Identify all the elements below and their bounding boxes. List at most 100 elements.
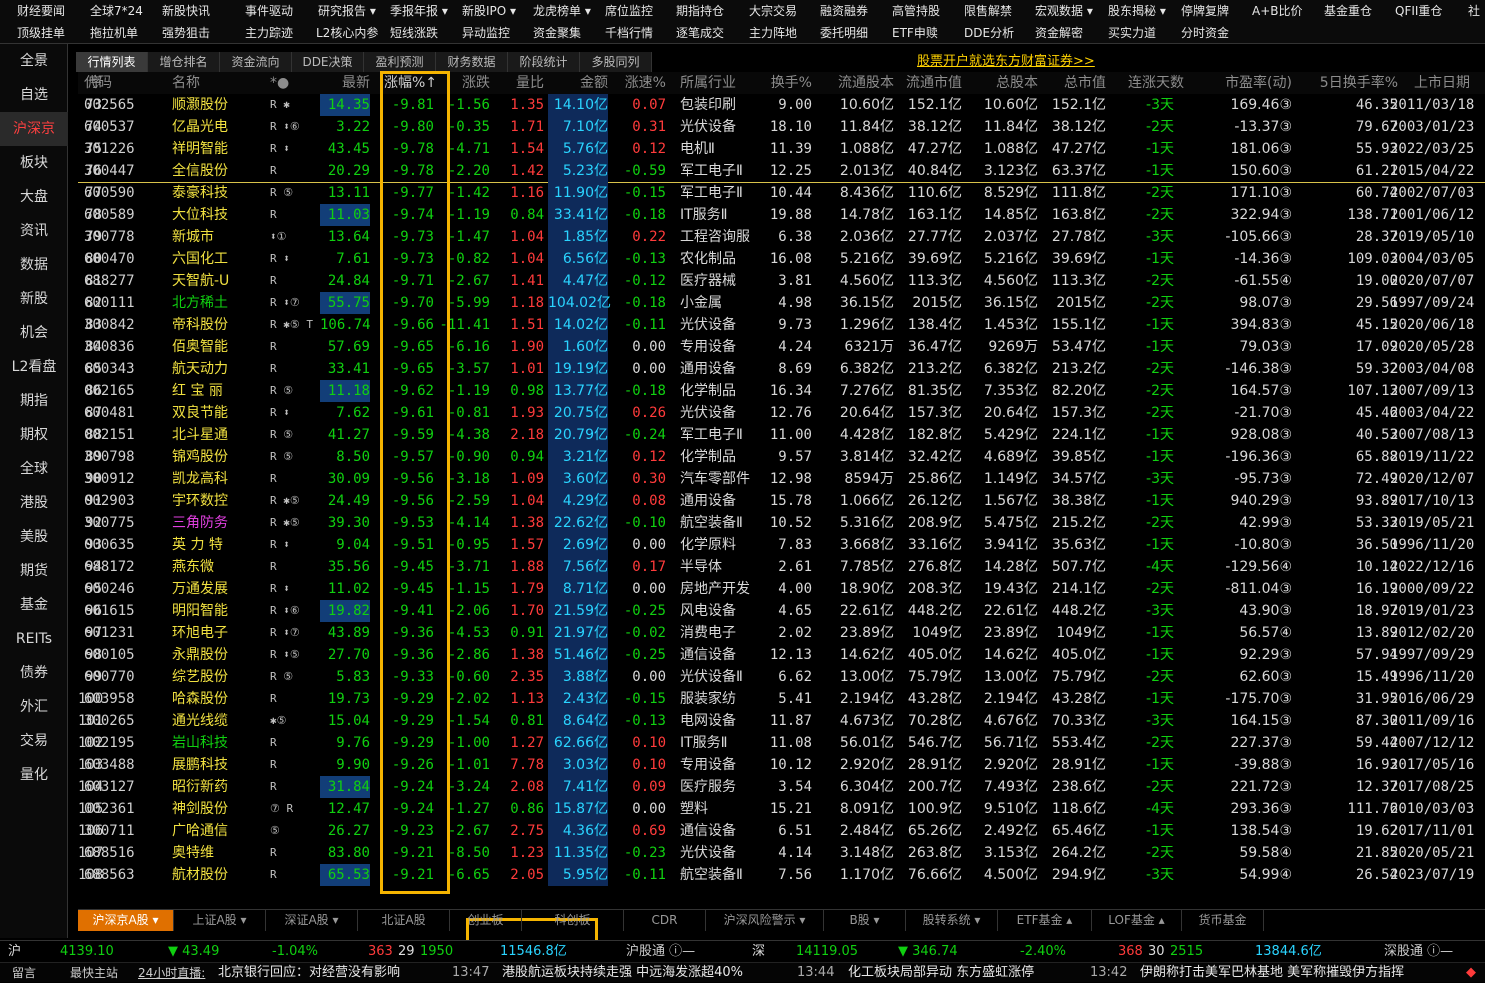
sidebar-item[interactable]: 交易 xyxy=(0,724,68,758)
table-row[interactable]: 101 300265 通光线缆 ✱⑤ 15.04 -9.29 -1.54 0.81 8.64亿 -… xyxy=(78,710,1485,732)
tab-item[interactable]: 盈利预测 xyxy=(364,52,436,72)
menu-item[interactable]: 千档行情 xyxy=(605,22,653,43)
table-row[interactable]: 96 601615 明阳智能 R ⬍⑥ 19.82 -9.41 -2.06 1.70 21.59… xyxy=(78,600,1485,622)
table-row[interactable]: 76 300447 全信股份 R 20.29 -9.78 -2.20 1.42 5.23亿 -0.… xyxy=(78,160,1485,182)
menu-item[interactable]: 顶级挂单 xyxy=(17,22,65,43)
header-date[interactable]: 上市日期 xyxy=(1390,72,1470,94)
market-tab[interactable]: 股转系统 ▾ xyxy=(906,910,998,931)
menu-item[interactable]: 高管持股 xyxy=(892,0,940,22)
menu-item[interactable]: 委托明细 xyxy=(820,22,868,43)
tab-item[interactable]: 多股同列 xyxy=(580,52,652,72)
table-row[interactable]: 91 002903 宇环数控 R ✱⑤ 24.49 -9.56 -2.59 1.04 4.29亿… xyxy=(78,490,1485,512)
menu-item[interactable]: 研究报告 ▾ xyxy=(318,0,376,22)
market-tab[interactable]: 北证A股 xyxy=(358,910,450,931)
news-item-1[interactable]: 北京银行回应：对经营没有影响 xyxy=(218,963,400,983)
sidebar-item[interactable]: REITs xyxy=(0,622,68,656)
menu-item[interactable]: 买实力道 xyxy=(1108,22,1156,43)
menu-item[interactable]: 拖拉机单 xyxy=(90,22,138,43)
table-row[interactable]: 105 002361 神剑股份 ⑦ R 12.47 -9.24 -1.27 0.86 15.87… xyxy=(78,798,1485,820)
table-row[interactable]: 92 300775 三角防务 R ✱⑤ 39.30 -9.53 -4.14 1.38 22.62… xyxy=(78,512,1485,534)
table-row[interactable]: 80 600470 六国化工 R ⬍ 7.61 -9.73 -0.82 1.04 6.56亿 -0… xyxy=(78,248,1485,270)
menu-item[interactable]: 资金解密 xyxy=(1035,22,1083,43)
tab-item[interactable]: DDE决策 xyxy=(292,52,364,72)
header-days[interactable]: 连涨天数 xyxy=(1128,72,1184,94)
header-ind[interactable]: 所属行业 xyxy=(680,72,770,94)
table-row[interactable]: 103 603488 展鹏科技 R 9.90 -9.26 -1.01 7.78 3.03亿 0.1… xyxy=(78,754,1485,776)
promo-link[interactable]: 股票开户就选东方财富证券>> xyxy=(917,52,1095,72)
sidebar-item[interactable]: 量化 xyxy=(0,758,68,792)
header-pe[interactable]: 市盈率(动) xyxy=(1188,72,1292,94)
menu-item[interactable]: 社 xyxy=(1468,0,1480,22)
table-row[interactable]: 77 600590 泰豪科技 R ⑤ 13.11 -9.77 -1.42 1.16 11.90亿… xyxy=(78,182,1485,204)
menu-item[interactable]: 席位监控 xyxy=(605,0,653,22)
table-row[interactable]: 106 300711 广哈通信 ⑤ 26.27 -9.23 -2.67 2.75 4.36亿 0.… xyxy=(78,820,1485,842)
header-speed[interactable]: 涨速% xyxy=(614,72,666,94)
menu-item[interactable]: 强势狙击 xyxy=(162,22,210,43)
table-row[interactable]: 108 688563 航材股份 R 65.53 -9.21 -6.65 2.05 5.95亿 -0… xyxy=(78,864,1485,886)
menu-item[interactable]: 大宗交易 xyxy=(749,0,797,22)
live-24h-link[interactable]: 24小时直播: xyxy=(138,963,205,983)
sidebar-item[interactable]: 期权 xyxy=(0,418,68,452)
menu-item[interactable]: 逐笔成交 xyxy=(676,22,724,43)
header-code[interactable]: 代码 xyxy=(84,72,154,94)
fastest-server-link[interactable]: 最快主站 xyxy=(70,963,118,983)
table-row[interactable]: 87 600481 双良节能 R ⬍ 7.62 -9.61 -0.81 1.93 20.75亿 0… xyxy=(78,402,1485,424)
table-row[interactable]: 79 300778 新城市 ⬍① 13.64 -9.73 -1.47 1.04 1.85亿 0.2… xyxy=(78,226,1485,248)
menu-item[interactable]: 季报年报 ▾ xyxy=(390,0,448,22)
table-row[interactable]: 84 300836 佰奥智能 R 57.69 -9.65 -6.16 1.90 1.60亿 0.0… xyxy=(78,336,1485,358)
menu-item[interactable]: QFII重仓 xyxy=(1395,0,1442,22)
sidebar-item[interactable]: 美股 xyxy=(0,520,68,554)
news-item-2[interactable]: 港股航运板块持续走强 中远海发涨超40% xyxy=(502,963,743,983)
sidebar-item[interactable]: 全景 xyxy=(0,44,68,78)
market-tab[interactable]: CDR xyxy=(624,910,706,931)
header-name[interactable]: 名称 xyxy=(172,72,268,94)
market-tab[interactable]: 沪深风险警示 ▾ xyxy=(706,910,824,931)
tab-item[interactable]: 行情列表 xyxy=(76,52,148,72)
menu-item[interactable]: 财经要闻 xyxy=(17,0,65,22)
table-row[interactable]: 107 688516 奥特维 R 83.80 -9.21 -8.50 1.23 11.35亿 -0… xyxy=(78,842,1485,864)
sidebar-item[interactable]: 外汇 xyxy=(0,690,68,724)
market-tab[interactable]: ETF基金 ▴ xyxy=(998,910,1092,931)
market-tab[interactable]: 上证A股 ▾ xyxy=(174,910,266,931)
tab-item[interactable]: 财务数据 xyxy=(436,52,508,72)
table-row[interactable]: 99 600770 综艺股份 R ⑤ 5.83 -9.33 -0.60 2.35 3.88亿 0.… xyxy=(78,666,1485,688)
header-price[interactable]: 最新 xyxy=(320,72,370,94)
menu-item[interactable]: 龙虎榜单 ▾ xyxy=(533,0,591,22)
market-tab[interactable]: 货币基金 xyxy=(1182,910,1264,931)
menu-item[interactable]: 期指持仓 xyxy=(676,0,724,22)
sidebar-item[interactable]: L2看盘 xyxy=(0,350,68,384)
tab-item[interactable]: 资金流向 xyxy=(220,52,292,72)
table-row[interactable]: 94 688172 燕东微 R 35.56 -9.45 -3.71 1.88 7.56亿 0.17… xyxy=(78,556,1485,578)
sidebar-item[interactable]: 全球 xyxy=(0,452,68,486)
sidebar-item[interactable]: 港股 xyxy=(0,486,68,520)
header-tcap[interactable]: 总市值 xyxy=(1036,72,1106,94)
header-amt[interactable]: 金额 xyxy=(548,72,608,94)
menu-item[interactable]: 异动监控 xyxy=(462,22,510,43)
sidebar-item[interactable]: 自选 xyxy=(0,78,68,112)
sidebar-item[interactable]: 期货 xyxy=(0,554,68,588)
table-row[interactable]: 93 000635 英 力 特R ⬍ 9.04 -9.51 -0.95 1.57 2.69亿 0… xyxy=(78,534,1485,556)
header-vr[interactable]: 量比 xyxy=(498,72,544,94)
market-tab[interactable]: B股 ▾ xyxy=(824,910,906,931)
sz-connect[interactable]: 深股通 ⓘ— xyxy=(1384,941,1453,963)
message-link[interactable]: 留言 xyxy=(12,963,36,983)
menu-item[interactable]: A+B比价 xyxy=(1252,0,1303,22)
sidebar-item[interactable]: 板块 xyxy=(0,146,68,180)
market-tab[interactable]: 创业板 xyxy=(450,910,522,931)
tab-item[interactable]: 增仓排名 xyxy=(148,52,220,72)
menu-item[interactable]: 资金聚集 xyxy=(533,22,581,43)
header-turn5[interactable]: 5日换手率% xyxy=(1308,72,1398,94)
sidebar-item[interactable]: 机会 xyxy=(0,316,68,350)
sidebar-item[interactable]: 资讯 xyxy=(0,214,68,248)
header-turn[interactable]: 换手% xyxy=(768,72,812,94)
sidebar-item[interactable]: 数据 xyxy=(0,248,68,282)
table-row[interactable]: 78 600589 大位科技 R 11.03 -9.74 -1.19 0.84 33.41亿 -0… xyxy=(78,204,1485,226)
menu-item[interactable]: 短线涨跌 xyxy=(390,22,438,43)
table-row[interactable]: 82 600111 北方稀土 R ⬍⑦ 55.75 -9.70 -5.99 1.18 104.0… xyxy=(78,292,1485,314)
sidebar-item[interactable]: 大盘 xyxy=(0,180,68,214)
sidebar-item[interactable]: 新股 xyxy=(0,282,68,316)
news-item-4[interactable]: 伊朗称打击美军巴林基地 美军称摧毁伊方指挥 xyxy=(1140,963,1404,983)
tab-item[interactable]: 阶段统计 xyxy=(508,52,580,72)
menu-item[interactable]: 宏观数据 ▾ xyxy=(1035,0,1093,22)
menu-item[interactable]: 限售解禁 xyxy=(964,0,1012,22)
